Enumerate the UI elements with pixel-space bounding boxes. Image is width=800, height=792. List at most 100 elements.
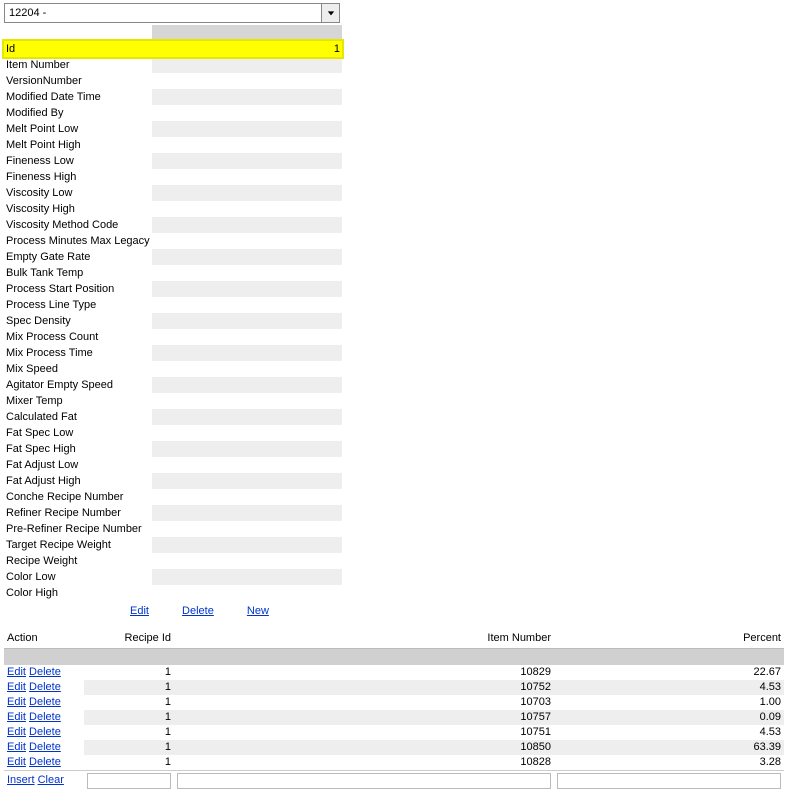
property-value [152, 537, 342, 553]
row-delete-link[interactable]: Delete [29, 696, 61, 708]
table-row: Edit Delete1107031.00 [4, 695, 784, 710]
property-value [152, 553, 342, 569]
property-row: Agitator Empty Speed [4, 377, 342, 393]
property-row: Target Recipe Weight [4, 537, 342, 553]
property-row: Melt Point Low [4, 121, 342, 137]
property-value [152, 345, 342, 361]
row-actions: Edit Delete [4, 665, 84, 680]
property-label: Modified Date Time [4, 89, 152, 105]
property-value [152, 361, 342, 377]
property-value [152, 89, 342, 105]
recipe-items-grid: Action Recipe Id Item Number Percent Edi… [4, 623, 784, 792]
property-value [152, 425, 342, 441]
table-row: Edit Delete11082922.67 [4, 665, 784, 680]
grid-insert-row: Insert Clear [4, 770, 784, 792]
table-row: Edit Delete 11085063.39 [4, 740, 784, 755]
row-edit-link[interactable]: Edit [7, 696, 26, 708]
row-edit-link[interactable]: Edit [7, 756, 26, 768]
property-label: Fineness High [4, 169, 152, 185]
col-action: Action [4, 623, 84, 649]
cell-item-number: 10752 [174, 680, 554, 695]
new-link[interactable]: New [247, 605, 269, 617]
property-row: Modified Date Time [4, 89, 342, 105]
property-label: Mix Process Time [4, 345, 152, 361]
cell-recipe-id: 1 [84, 725, 174, 740]
property-row: Process Minutes Max Legacy [4, 233, 342, 249]
cell-item-number: 10850 [174, 740, 554, 755]
property-label: Fat Adjust Low [4, 457, 152, 473]
property-row: Item Number [4, 57, 342, 73]
property-label: Target Recipe Weight [4, 537, 152, 553]
item-select-value: 12204 - [9, 7, 46, 19]
property-value [152, 217, 342, 233]
property-label: Empty Gate Rate [4, 249, 152, 265]
row-delete-link[interactable]: Delete [29, 726, 61, 738]
property-label: Mix Process Count [4, 329, 152, 345]
item-select-dropdown[interactable]: 12204 - [4, 3, 340, 23]
row-delete-link[interactable]: Delete [29, 741, 61, 753]
cell-recipe-id: 1 [84, 680, 174, 695]
row-actions: Edit Delete [4, 725, 84, 740]
property-row: Melt Point High [4, 137, 342, 153]
property-label: Viscosity Low [4, 185, 152, 201]
cell-recipe-id: 1 [84, 740, 174, 755]
property-row: Recipe Weight [4, 553, 342, 569]
row-delete-link[interactable]: Delete [29, 711, 61, 723]
property-label: Item Number [4, 57, 152, 73]
table-row: Edit Delete1108283.28 [4, 755, 784, 771]
property-value [152, 569, 342, 585]
property-value [152, 393, 342, 409]
property-label: Mix Speed [4, 361, 152, 377]
property-row: Fineness Low [4, 153, 342, 169]
col-item-number: Item Number [174, 623, 554, 649]
property-label: Calculated Fat [4, 409, 152, 425]
property-row: Viscosity Method Code [4, 217, 342, 233]
property-label: Fat Spec Low [4, 425, 152, 441]
cell-recipe-id: 1 [84, 695, 174, 710]
row-edit-link[interactable]: Edit [7, 726, 26, 738]
property-row: Bulk Tank Temp [4, 265, 342, 281]
grid-header-bar [4, 649, 784, 665]
property-row: Process Line Type [4, 297, 342, 313]
row-edit-link[interactable]: Edit [7, 681, 26, 693]
clear-link[interactable]: Clear [38, 774, 64, 786]
insert-link[interactable]: Insert [7, 774, 35, 786]
row-edit-link[interactable]: Edit [7, 666, 26, 678]
row-edit-link[interactable]: Edit [7, 741, 26, 753]
property-label: Bulk Tank Temp [4, 265, 152, 281]
property-row: Mix Process Count [4, 329, 342, 345]
edit-link[interactable]: Edit [130, 605, 149, 617]
property-value [152, 185, 342, 201]
property-value [152, 281, 342, 297]
property-row: Color High [4, 585, 342, 601]
cell-percent: 63.39 [554, 740, 784, 755]
row-delete-link[interactable]: Delete [29, 756, 61, 768]
property-label: Conche Recipe Number [4, 489, 152, 505]
cell-percent: 22.67 [554, 665, 784, 680]
property-label: Fineness Low [4, 153, 152, 169]
cell-item-number: 10751 [174, 725, 554, 740]
row-delete-link[interactable]: Delete [29, 681, 61, 693]
properties-header-row [4, 25, 342, 41]
cell-percent: 4.53 [554, 725, 784, 740]
property-row: VersionNumber [4, 73, 342, 89]
cell-percent: 0.09 [554, 710, 784, 725]
property-row: Viscosity Low [4, 185, 342, 201]
row-edit-link[interactable]: Edit [7, 711, 26, 723]
delete-link[interactable]: Delete [182, 605, 214, 617]
property-value [152, 313, 342, 329]
property-value [152, 377, 342, 393]
property-value [152, 57, 342, 73]
cell-percent: 4.53 [554, 680, 784, 695]
property-label: Agitator Empty Speed [4, 377, 152, 393]
property-row: Fat Spec Low [4, 425, 342, 441]
property-label: Modified By [4, 105, 152, 121]
property-row: Fineness High [4, 169, 342, 185]
property-row: Spec Density [4, 313, 342, 329]
insert-item-number-input[interactable] [177, 773, 551, 789]
insert-recipe-id-input[interactable] [87, 773, 171, 789]
property-value [152, 489, 342, 505]
property-row-id[interactable]: Id 1 [4, 41, 342, 57]
insert-percent-input[interactable] [557, 773, 781, 789]
row-delete-link[interactable]: Delete [29, 666, 61, 678]
